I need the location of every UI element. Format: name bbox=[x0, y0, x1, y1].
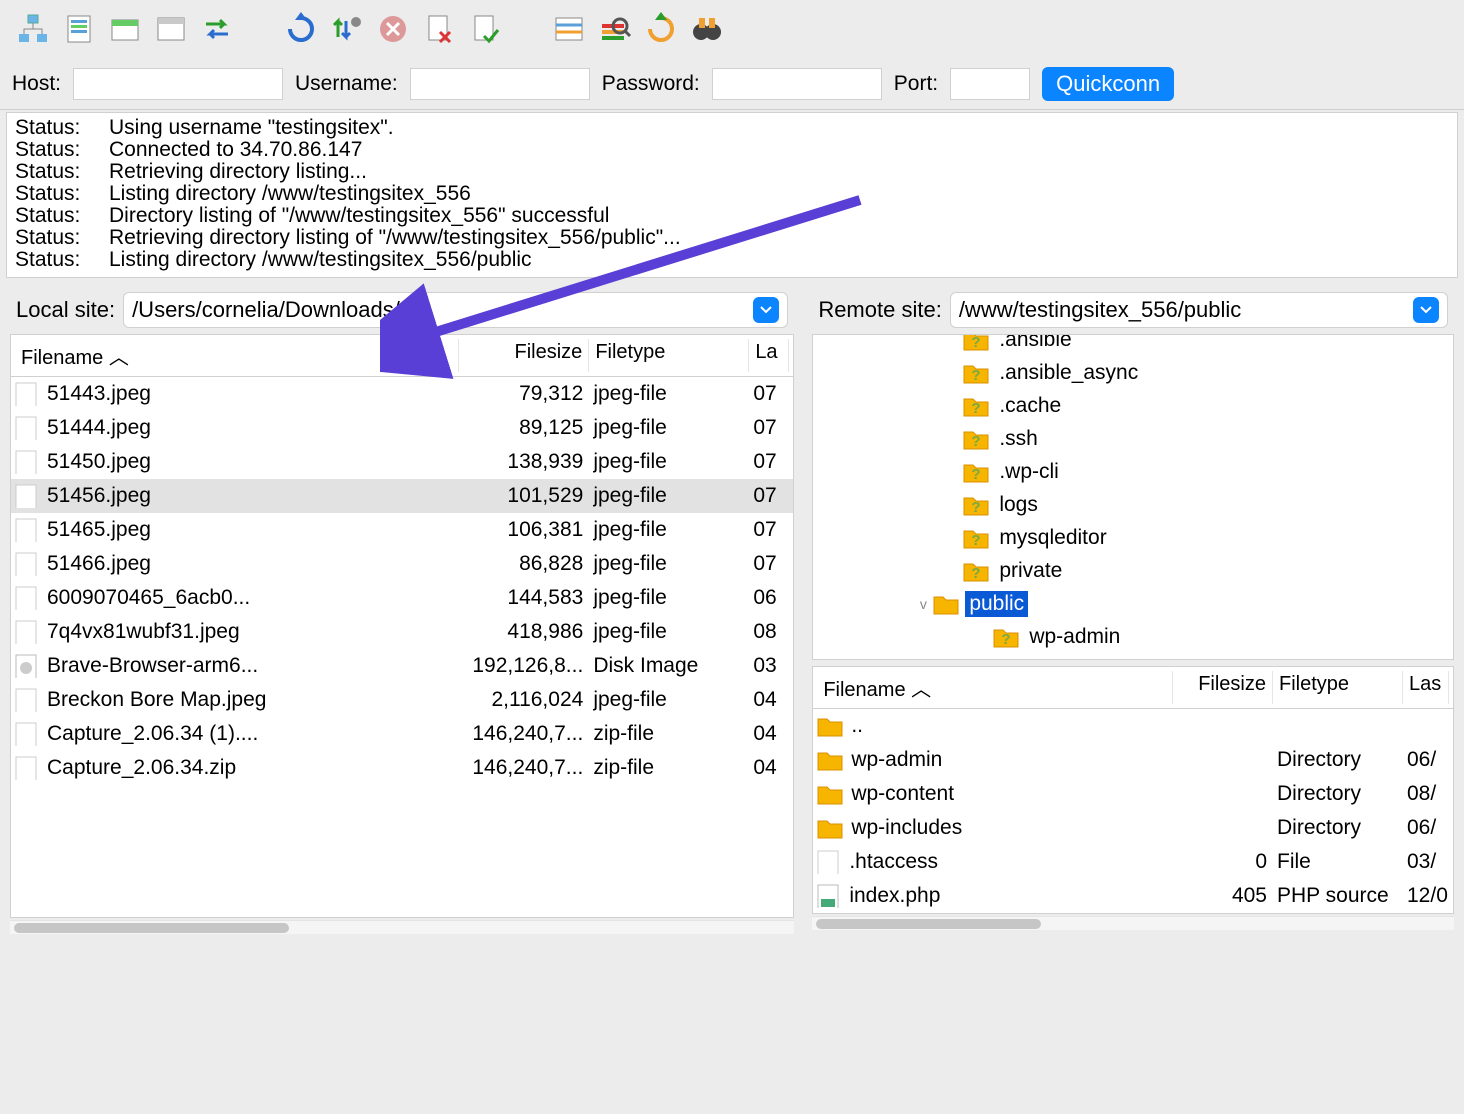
quickconnect-button[interactable]: Quickconn bbox=[1042, 67, 1174, 101]
tree-item[interactable]: ?.ssh bbox=[813, 422, 1453, 455]
sort-settings-icon[interactable] bbox=[328, 10, 366, 48]
file-row[interactable]: 51456.jpeg101,529jpeg-file07 bbox=[11, 479, 793, 513]
port-input[interactable] bbox=[950, 68, 1030, 100]
sort-asc-icon: ︿ bbox=[109, 347, 129, 369]
local-path-text: /Users/cornelia/Downloads/ bbox=[132, 297, 400, 323]
tree-item[interactable]: vpublic bbox=[813, 587, 1453, 620]
log-row: Status:Listing directory /www/testingsit… bbox=[15, 183, 1449, 205]
file-row[interactable]: .. bbox=[813, 709, 1453, 743]
local-site-header: Local site: /Users/cornelia/Downloads/ bbox=[6, 288, 798, 334]
file-row[interactable]: .htaccess0File03/ bbox=[813, 845, 1453, 879]
username-input[interactable] bbox=[410, 68, 590, 100]
swap-icon[interactable] bbox=[198, 10, 236, 48]
svg-text:?: ? bbox=[972, 433, 981, 450]
tree-item[interactable]: ?.cache bbox=[813, 389, 1453, 422]
svg-text:?: ? bbox=[1002, 631, 1011, 648]
log-row: Status:Listing directory /www/testingsit… bbox=[15, 249, 1449, 271]
tree-item[interactable]: ?wp-admin bbox=[813, 620, 1453, 653]
connection-bar: Host: Username: Password: Port: Quickcon… bbox=[0, 58, 1464, 110]
reload-icon[interactable] bbox=[642, 10, 680, 48]
file-row[interactable]: wp-contentDirectory08/ bbox=[813, 777, 1453, 811]
sitemap-icon[interactable] bbox=[14, 10, 52, 48]
remote-path-combo[interactable]: /www/testingsitex_556/public bbox=[950, 292, 1448, 328]
remote-path-text: /www/testingsitex_556/public bbox=[959, 297, 1241, 323]
host-label: Host: bbox=[12, 72, 61, 96]
page-icon[interactable] bbox=[60, 10, 98, 48]
sort-asc-icon: ︿ bbox=[911, 679, 931, 701]
remote-site-header: Remote site: /www/testingsitex_556/publi… bbox=[808, 288, 1458, 334]
file-row[interactable]: 6009070465_6acb0...144,583jpeg-file06 bbox=[11, 581, 793, 615]
tree-item[interactable]: ?.wp-cli bbox=[813, 455, 1453, 488]
tree-item[interactable]: ?.ansible bbox=[813, 334, 1453, 356]
chevron-down-icon[interactable] bbox=[1413, 297, 1439, 323]
svg-text:?: ? bbox=[972, 532, 981, 549]
file-row[interactable]: 51465.jpeg106,381jpeg-file07 bbox=[11, 513, 793, 547]
svg-text:?: ? bbox=[972, 466, 981, 483]
file-row[interactable]: Capture_2.06.34.zip146,240,7...zip-file0… bbox=[11, 751, 793, 785]
file-row[interactable]: Brave-Browser-arm6...192,126,8...Disk Im… bbox=[11, 649, 793, 683]
chevron-down-icon[interactable] bbox=[753, 297, 779, 323]
cancel-icon[interactable] bbox=[374, 10, 412, 48]
file-row[interactable]: 51443.jpeg79,312jpeg-file07 bbox=[11, 377, 793, 411]
binoculars-icon[interactable] bbox=[688, 10, 726, 48]
file-row[interactable]: Breckon Bore Map.jpeg2,116,024jpeg-file0… bbox=[11, 683, 793, 717]
file-row[interactable]: 7q4vx81wubf31.jpeg418,986jpeg-file08 bbox=[11, 615, 793, 649]
log-panel[interactable]: Status:Using username "testingsitex".Sta… bbox=[6, 112, 1458, 278]
svg-text:?: ? bbox=[972, 499, 981, 516]
local-path-combo[interactable]: /Users/cornelia/Downloads/ bbox=[123, 292, 788, 328]
svg-text:?: ? bbox=[972, 367, 981, 384]
tree-item[interactable]: ?logs bbox=[813, 488, 1453, 521]
local-panel: Local site: /Users/cornelia/Downloads/ F… bbox=[6, 288, 798, 934]
log-row: Status:Connected to 34.70.86.147 bbox=[15, 139, 1449, 161]
tree-item[interactable]: ?mysqleditor bbox=[813, 521, 1453, 554]
tree-item[interactable]: ?.ansible_async bbox=[813, 356, 1453, 389]
file-x-icon[interactable] bbox=[420, 10, 458, 48]
log-row: Status:Directory listing of "/www/testin… bbox=[15, 205, 1449, 227]
local-site-label: Local site: bbox=[16, 297, 115, 323]
port-label: Port: bbox=[894, 72, 938, 96]
window-icon[interactable] bbox=[152, 10, 190, 48]
svg-text:?: ? bbox=[972, 334, 981, 351]
remote-tree[interactable]: ?.ansible?.ansible_async?.cache?.ssh?.wp… bbox=[812, 334, 1454, 660]
refresh-icon[interactable] bbox=[282, 10, 320, 48]
host-input[interactable] bbox=[73, 68, 283, 100]
file-row[interactable]: 51444.jpeg89,125jpeg-file07 bbox=[11, 411, 793, 445]
password-label: Password: bbox=[602, 72, 700, 96]
svg-text:?: ? bbox=[972, 565, 981, 582]
remote-file-list[interactable]: Filename ︿ Filesize Filetype Las ..wp-ad… bbox=[812, 666, 1454, 914]
file-row[interactable]: 51450.jpeg138,939jpeg-file07 bbox=[11, 445, 793, 479]
file-row[interactable]: wp-includesDirectory06/ bbox=[813, 811, 1453, 845]
remote-site-label: Remote site: bbox=[818, 297, 942, 323]
tabs-icon[interactable] bbox=[106, 10, 144, 48]
file-check-icon[interactable] bbox=[466, 10, 504, 48]
username-label: Username: bbox=[295, 72, 398, 96]
file-row[interactable]: Capture_2.06.34 (1)....146,240,7...zip-f… bbox=[11, 717, 793, 751]
password-input[interactable] bbox=[712, 68, 882, 100]
hscrollbar[interactable] bbox=[812, 916, 1454, 930]
log-row: Status:Retrieving directory listing of "… bbox=[15, 227, 1449, 249]
log-row: Status:Retrieving directory listing... bbox=[15, 161, 1449, 183]
hscrollbar[interactable] bbox=[10, 920, 794, 934]
tree-item[interactable]: ?private bbox=[813, 554, 1453, 587]
remote-panel: Remote site: /www/testingsitex_556/publi… bbox=[808, 288, 1458, 934]
sites-container: Local site: /Users/cornelia/Downloads/ F… bbox=[0, 278, 1464, 934]
file-row[interactable]: 51466.jpeg86,828jpeg-file07 bbox=[11, 547, 793, 581]
table-icon[interactable] bbox=[550, 10, 588, 48]
search-folder-icon[interactable] bbox=[596, 10, 634, 48]
file-row[interactable]: wp-adminDirectory06/ bbox=[813, 743, 1453, 777]
local-file-header[interactable]: Filename ︿ Filesize Filetype La bbox=[11, 335, 793, 377]
tree-item[interactable]: ?wp-content bbox=[813, 653, 1453, 660]
remote-file-header[interactable]: Filename ︿ Filesize Filetype Las bbox=[813, 667, 1453, 709]
local-file-list[interactable]: Filename ︿ Filesize Filetype La 51443.jp… bbox=[10, 334, 794, 918]
file-row[interactable]: index.php405PHP source12/0 bbox=[813, 879, 1453, 913]
log-row: Status:Using username "testingsitex". bbox=[15, 117, 1449, 139]
svg-text:?: ? bbox=[972, 400, 981, 417]
toolbar bbox=[0, 0, 1464, 58]
